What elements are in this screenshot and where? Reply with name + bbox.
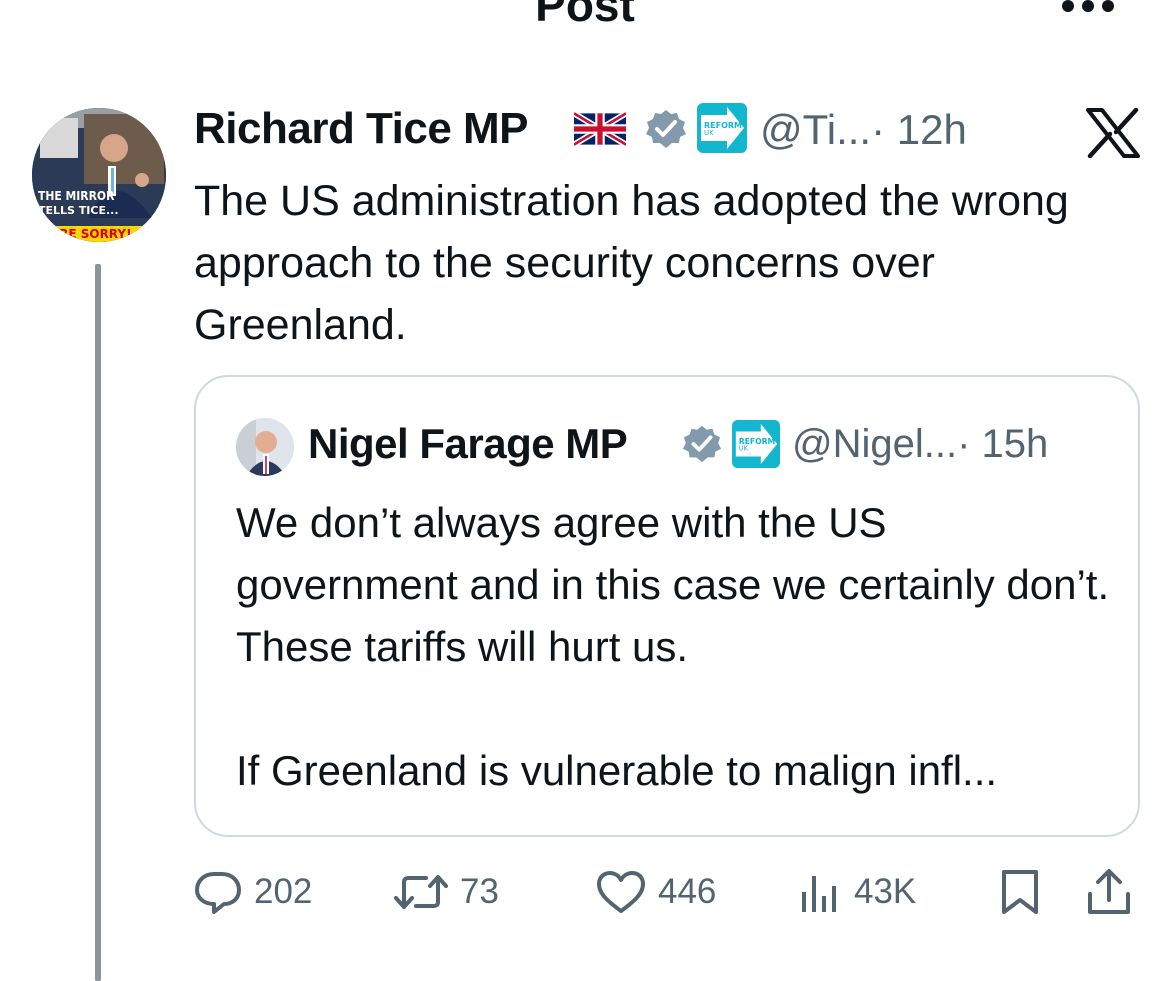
views-button[interactable]: 43K [798, 866, 916, 918]
quote-handle-text: @Nigel... [792, 422, 958, 466]
uk-flag-icon [574, 112, 626, 146]
bookmark-icon [1002, 870, 1038, 914]
share-icon [1088, 869, 1130, 914]
views-icon [802, 876, 836, 912]
quote-text: We don’t always agree with the US govern… [236, 499, 1110, 670]
author-handle[interactable]: @Ti...· 12h [760, 106, 967, 154]
avatar[interactable]: THE MIRROR TELLS TICE... WE'RE SORRY! [32, 108, 166, 242]
quote-author-handle[interactable]: @Nigel...· 15h [792, 422, 1048, 467]
view-count: 43K [854, 872, 917, 911]
more-icon[interactable] [1058, 0, 1118, 16]
quote-post-time: · 15h [957, 422, 1049, 466]
repost-button[interactable]: 73 [394, 866, 499, 918]
reply-icon [195, 872, 241, 914]
like-icon [597, 871, 645, 913]
reform-uk-icon: REFORM UK [732, 420, 780, 468]
repost-icon [394, 875, 448, 909]
page-title: Post [535, 0, 635, 31]
tweet-text: The US administration has adopted the wr… [194, 177, 1069, 349]
quote-author-name[interactable]: Nigel Farage MP [308, 420, 628, 468]
quote-avatar[interactable] [236, 418, 294, 476]
reform-badge-text-2: UK [704, 129, 714, 137]
like-button[interactable]: 446 [596, 866, 716, 918]
repost-count: 73 [460, 872, 499, 911]
verified-icon [646, 110, 686, 148]
reform-badge-text-2: UK [739, 445, 749, 453]
bookmark-button[interactable] [998, 866, 1042, 918]
avatar-caption-1: THE MIRROR [38, 189, 115, 203]
share-button[interactable] [1086, 866, 1132, 918]
avatar-caption-3: WE'RE SORRY! [34, 227, 132, 241]
author-name[interactable]: Richard Tice MP [194, 104, 529, 154]
reply-count: 202 [254, 872, 313, 911]
avatar-caption-2: TELLS TICE... [38, 204, 119, 217]
quote-text-truncated: If Greenland is vulnerable to malign inf… [236, 747, 998, 794]
like-count: 446 [658, 872, 717, 911]
thread-line [95, 264, 101, 981]
reform-uk-icon: REFORM UK [697, 103, 747, 153]
x-logo-icon [1086, 108, 1140, 158]
post-time: · 12h [871, 106, 967, 153]
reply-button[interactable]: 202 [194, 866, 312, 918]
verified-icon [682, 425, 722, 463]
handle-text: @Ti... [760, 106, 872, 153]
